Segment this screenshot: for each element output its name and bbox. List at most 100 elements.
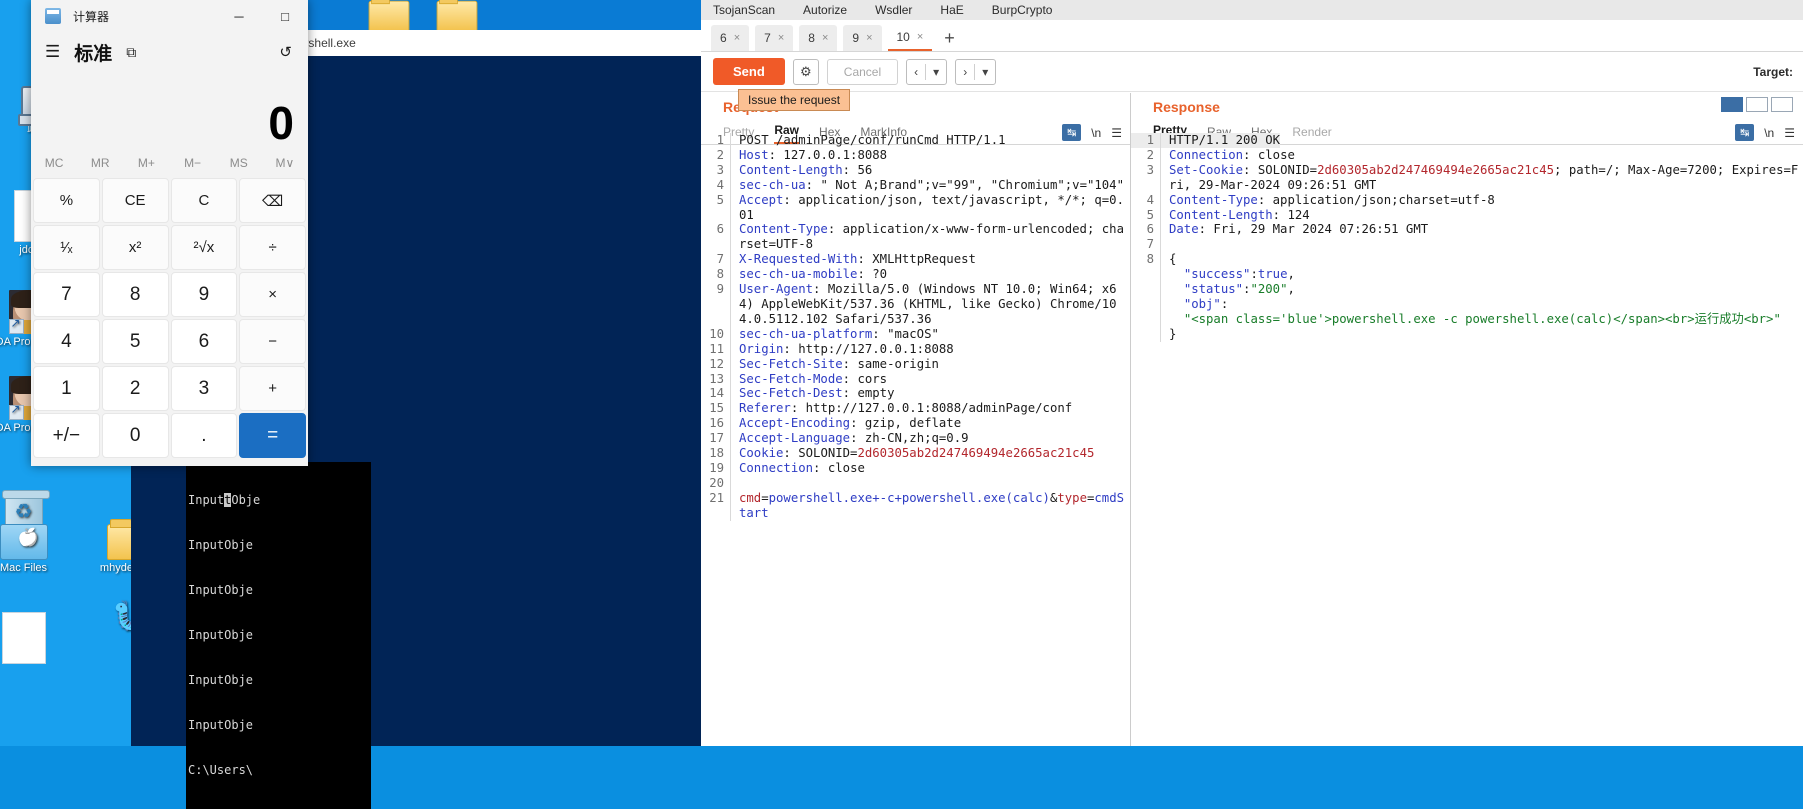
code-line: 7 <box>1131 237 1803 253</box>
repeater-tab-8[interactable]: 8 × <box>799 25 838 51</box>
repeater-tab-row: 6 × 7 × 8 × 9 × 10 × + <box>701 20 1803 52</box>
hamburger-icon[interactable]: ☰ <box>45 42 60 62</box>
tab-tsojanscan[interactable]: TsojanScan <box>713 3 775 17</box>
layout-tabs-icon[interactable] <box>1771 97 1793 112</box>
key-clear-entry[interactable]: CE <box>101 178 169 223</box>
memory-list-button[interactable]: M∨ <box>262 150 308 176</box>
line-number: 8 <box>1131 252 1161 268</box>
repeater-tab-6[interactable]: 6 × <box>711 25 750 51</box>
line-number <box>1131 311 1161 327</box>
line-text: "success":true, <box>1183 267 1295 282</box>
code-line: 16 Accept-Encoding: gzip, deflate <box>701 416 1130 432</box>
line-text: { <box>1169 252 1177 267</box>
key-percent[interactable]: % <box>33 178 100 223</box>
line-number: 10 <box>701 326 731 342</box>
close-icon[interactable]: × <box>822 32 828 44</box>
memory-add-button[interactable]: M+ <box>123 150 169 176</box>
line-number: 4 <box>1131 192 1161 208</box>
tab-hae[interactable]: HaE <box>940 3 963 17</box>
key-backspace[interactable]: ⌫ <box>239 178 306 223</box>
memory-subtract-button[interactable]: M− <box>170 150 216 176</box>
response-layout-toggles <box>1721 97 1793 112</box>
prev-request-button[interactable]: ‹ ▾ <box>906 58 948 85</box>
repeater-tab-9[interactable]: 9 × <box>843 25 882 51</box>
folder-book-icon[interactable] <box>436 0 478 32</box>
cancel-button[interactable]: Cancel <box>826 58 899 85</box>
key-square[interactable]: x² <box>101 225 169 270</box>
key-plus[interactable]: + <box>239 366 306 411</box>
key-divide[interactable]: ÷ <box>239 225 306 270</box>
key-reciprocal[interactable]: ¹⁄ₓ <box>33 225 100 270</box>
code-line: 12 Sec-Fetch-Site: same-origin <box>701 356 1130 372</box>
key-2[interactable]: 2 <box>101 366 169 411</box>
code-line: 4 Content-Type: application/json;charset=… <box>1131 192 1803 208</box>
tab-burpcrypto[interactable]: BurpCrypto <box>992 3 1053 17</box>
key-7[interactable]: 7 <box>33 272 100 317</box>
code-line: 17 Accept-Language: zh-CN,zh;q=0.9 <box>701 431 1130 447</box>
key-sign[interactable]: +/− <box>33 413 100 458</box>
calculator-window[interactable]: 计算器 ─ □ ☰ 标准 ⧉ ↺ 0 MC MR M+ M− MS M∨ % C… <box>31 0 308 466</box>
maximize-button[interactable]: □ <box>262 0 308 32</box>
line-text: Set-Cookie: SOLONID=2d60305ab2d247469494… <box>1169 162 1799 192</box>
chevron-down-icon[interactable]: ▾ <box>926 65 946 79</box>
repeater-tab-10[interactable]: 10 × <box>887 25 933 51</box>
history-icon[interactable]: ↺ <box>279 43 292 61</box>
key-6[interactable]: 6 <box>170 319 238 364</box>
layout-split-icon[interactable] <box>1721 97 1743 112</box>
line-number: 7 <box>1131 237 1161 253</box>
calculator-titlebar[interactable]: 计算器 ─ □ <box>31 0 308 32</box>
line-text: Origin: http://127.0.0.1:8088 <box>739 341 954 356</box>
calculator-mode-label: 标准 <box>74 43 113 65</box>
memory-clear-button[interactable]: MC <box>31 150 77 176</box>
request-editor[interactable]: 1 POST /adminPage/conf/runCmd HTTP/1.1 2 Ho… <box>701 133 1130 746</box>
line-text: Accept: application/json, text/javascrip… <box>739 192 1124 222</box>
response-viewer[interactable]: 1 HTTP/1.1 200 OK 2 Connection: close 3 Set-C… <box>1131 133 1803 746</box>
code-line: 8 sec-ch-ua-mobile: ?0 <box>701 267 1130 283</box>
code-line: 3 Content-Length: 56 <box>701 162 1130 178</box>
folder-icon[interactable] <box>368 0 410 32</box>
memory-store-button[interactable]: MS <box>216 150 262 176</box>
key-0[interactable]: 0 <box>101 413 169 458</box>
minimize-button[interactable]: ─ <box>216 0 262 32</box>
send-button[interactable]: Send <box>713 58 785 85</box>
key-3[interactable]: 3 <box>170 366 238 411</box>
key-clear[interactable]: C <box>170 178 238 223</box>
key-square-root[interactable]: ²√x <box>170 225 238 270</box>
layout-stacked-icon[interactable] <box>1746 97 1768 112</box>
code-line: 7 X-Requested-With: XMLHttpRequest <box>701 252 1130 268</box>
gear-icon[interactable]: ⚙ <box>792 58 819 85</box>
key-8[interactable]: 8 <box>101 272 169 317</box>
key-4[interactable]: 4 <box>33 319 100 364</box>
code-line: 20 <box>701 475 1130 491</box>
key-9[interactable]: 9 <box>170 272 238 317</box>
line-text: sec-ch-ua: " Not A;Brand";v="99", "Chrom… <box>739 177 1124 192</box>
next-arrow-icon: › <box>963 64 968 79</box>
key-decimal[interactable]: . <box>170 413 238 458</box>
key-5[interactable]: 5 <box>101 319 169 364</box>
close-icon[interactable]: × <box>734 32 740 44</box>
line-number: 15 <box>701 401 731 417</box>
add-tab-button[interactable]: + <box>938 28 963 51</box>
key-multiply[interactable]: × <box>239 272 306 317</box>
line-text: Content-Length: 56 <box>739 162 873 177</box>
memory-recall-button[interactable]: MR <box>77 150 123 176</box>
repeater-tab-7[interactable]: 7 × <box>755 25 794 51</box>
chevron-down-icon[interactable]: ▾ <box>975 65 995 79</box>
line-number: 20 <box>701 475 731 491</box>
key-minus[interactable]: − <box>239 319 306 364</box>
next-request-button[interactable]: › ▾ <box>955 58 997 85</box>
tab-autorize[interactable]: Autorize <box>803 3 847 17</box>
calculator-icon <box>45 8 61 24</box>
code-line: 4 sec-ch-ua: " Not A;Brand";v="99", "Chro… <box>701 177 1130 193</box>
close-icon[interactable]: × <box>917 31 923 43</box>
line-number: 3 <box>701 162 731 178</box>
console-line: InputObje <box>188 583 254 597</box>
keep-on-top-icon[interactable]: ⧉ <box>126 44 136 61</box>
close-icon[interactable]: × <box>778 32 784 44</box>
line-text <box>1161 237 1169 252</box>
line-text: User-Agent: Mozilla/5.0 (Windows NT 10.0… <box>739 282 1117 326</box>
close-icon[interactable]: × <box>866 32 872 44</box>
key-equals[interactable]: = <box>239 413 306 458</box>
key-1[interactable]: 1 <box>33 366 100 411</box>
tab-wsdler[interactable]: Wsdler <box>875 3 912 17</box>
